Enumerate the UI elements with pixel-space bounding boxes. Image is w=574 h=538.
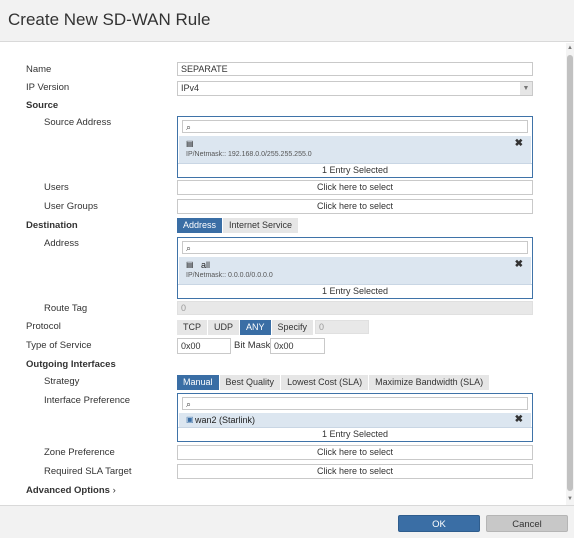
- interface-preference-count: 1 Entry Selected: [178, 427, 532, 441]
- users-label: Users: [44, 182, 69, 193]
- interface-preference-picker: ⌕ ▣ wan2 (Starlink) ✖ 1 Entry Selected: [177, 393, 533, 442]
- protocol-option-specify[interactable]: Specify: [271, 320, 314, 335]
- source-address-search[interactable]: ⌕: [182, 120, 528, 133]
- tab-internet-service[interactable]: Internet Service: [223, 218, 299, 233]
- interface-preference-search[interactable]: ⌕: [182, 397, 528, 410]
- advanced-options-label: Advanced Options: [26, 485, 110, 496]
- scroll-down-icon[interactable]: ▼: [566, 495, 574, 503]
- bit-mask-input[interactable]: 0x00: [270, 338, 325, 354]
- strategy-option-best-quality[interactable]: Best Quality: [219, 375, 281, 390]
- required-sla-target-label: Required SLA Target: [44, 466, 132, 477]
- user-groups-label: User Groups: [44, 201, 98, 212]
- remove-icon[interactable]: ✖: [515, 414, 523, 425]
- users-select[interactable]: Click here to select: [177, 180, 533, 195]
- name-label: Name: [26, 64, 52, 75]
- bit-mask-label: Bit Mask: [234, 340, 271, 351]
- source-address-label: Source Address: [44, 117, 112, 128]
- required-sla-target-select[interactable]: Click here to select: [177, 464, 533, 479]
- cancel-button[interactable]: Cancel: [486, 515, 568, 532]
- source-address-count: 1 Entry Selected: [178, 163, 532, 177]
- tos-input[interactable]: 0x00: [177, 338, 231, 354]
- scroll-up-icon[interactable]: ▲: [566, 44, 574, 52]
- address-icon: ▤: [186, 139, 194, 148]
- interface-preference-label: Interface Preference: [44, 395, 131, 406]
- interface-preference-entry-name: wan2 (Starlink): [195, 415, 256, 425]
- source-address-entry[interactable]: ▤ IP/Netmask:: 192.168.0.0/255.255.255.0…: [179, 136, 531, 163]
- dialog-header: Create New SD-WAN Rule: [0, 0, 574, 42]
- search-icon: ⌕: [186, 243, 192, 253]
- strategy-option-lowest-cost[interactable]: Lowest Cost (SLA): [281, 375, 369, 390]
- type-of-service-label: Type of Service: [26, 340, 92, 351]
- remove-icon[interactable]: ✖: [515, 138, 523, 149]
- advanced-options-toggle[interactable]: Advanced Options ›: [26, 485, 116, 497]
- chevron-down-icon: ▼: [520, 82, 532, 95]
- search-icon: ⌕: [186, 122, 192, 132]
- strategy-label: Strategy: [44, 376, 80, 387]
- destination-address-count: 1 Entry Selected: [178, 284, 532, 298]
- destination-address-entry[interactable]: ▤ all IP/Netmask:: 0.0.0.0/0.0.0.0 ✖: [179, 257, 531, 284]
- ip-version-label: IP Version: [26, 82, 70, 93]
- scrollbar-thumb[interactable]: [567, 55, 573, 491]
- outgoing-interfaces-heading: Outgoing Interfaces: [26, 359, 116, 370]
- source-address-entry-detail: IP/Netmask:: 192.168.0.0/255.255.255.0: [186, 151, 312, 158]
- remove-icon[interactable]: ✖: [515, 259, 523, 270]
- form-body: Name SEPARATE IP Version IPv4 ▼ Source S…: [0, 43, 566, 505]
- dialog-footer: OK Cancel: [0, 505, 574, 538]
- destination-section-heading: Destination: [26, 220, 78, 231]
- route-tag-input: 0: [177, 301, 533, 315]
- route-tag-label: Route Tag: [44, 303, 88, 314]
- interface-icon: ▣: [186, 415, 194, 424]
- protocol-label: Protocol: [26, 321, 61, 332]
- zone-preference-label: Zone Preference: [44, 447, 115, 458]
- tab-address[interactable]: Address: [177, 218, 223, 233]
- name-input[interactable]: SEPARATE: [177, 62, 533, 76]
- user-groups-select[interactable]: Click here to select: [177, 199, 533, 214]
- strategy-toggle: Manual Best Quality Lowest Cost (SLA) Ma…: [177, 375, 490, 390]
- protocol-number-input: 0: [315, 320, 369, 334]
- ip-version-value: IPv4: [181, 83, 200, 93]
- protocol-toggle: TCP UDP ANY Specify: [177, 320, 314, 335]
- destination-address-label: Address: [44, 238, 79, 249]
- source-section-heading: Source: [26, 100, 59, 111]
- search-icon: ⌕: [186, 399, 192, 409]
- address-icon: ▤: [186, 260, 194, 269]
- dialog-title: Create New SD-WAN Rule: [8, 10, 211, 29]
- destination-address-entry-detail: IP/Netmask:: 0.0.0.0/0.0.0.0: [186, 272, 273, 279]
- zone-preference-select[interactable]: Click here to select: [177, 445, 533, 460]
- destination-type-toggle: Address Internet Service: [177, 218, 299, 233]
- destination-address-picker: ⌕ ▤ all IP/Netmask:: 0.0.0.0/0.0.0.0 ✖ 1…: [177, 237, 533, 299]
- destination-address-search[interactable]: ⌕: [182, 241, 528, 254]
- strategy-option-maximize-bandwidth[interactable]: Maximize Bandwidth (SLA): [369, 375, 490, 390]
- strategy-option-manual[interactable]: Manual: [177, 375, 219, 390]
- vertical-scrollbar[interactable]: ▲ ▼: [566, 43, 574, 505]
- ip-version-select[interactable]: IPv4 ▼: [177, 81, 533, 96]
- protocol-option-tcp[interactable]: TCP: [177, 320, 207, 335]
- source-address-picker: ⌕ ▤ IP/Netmask:: 192.168.0.0/255.255.255…: [177, 116, 533, 178]
- protocol-option-any[interactable]: ANY: [240, 320, 271, 335]
- protocol-option-udp[interactable]: UDP: [208, 320, 240, 335]
- interface-preference-entry[interactable]: ▣ wan2 (Starlink) ✖: [179, 413, 531, 428]
- ok-button[interactable]: OK: [398, 515, 480, 532]
- destination-address-entry-name: all: [201, 260, 211, 270]
- chevron-right-icon: ›: [112, 485, 116, 496]
